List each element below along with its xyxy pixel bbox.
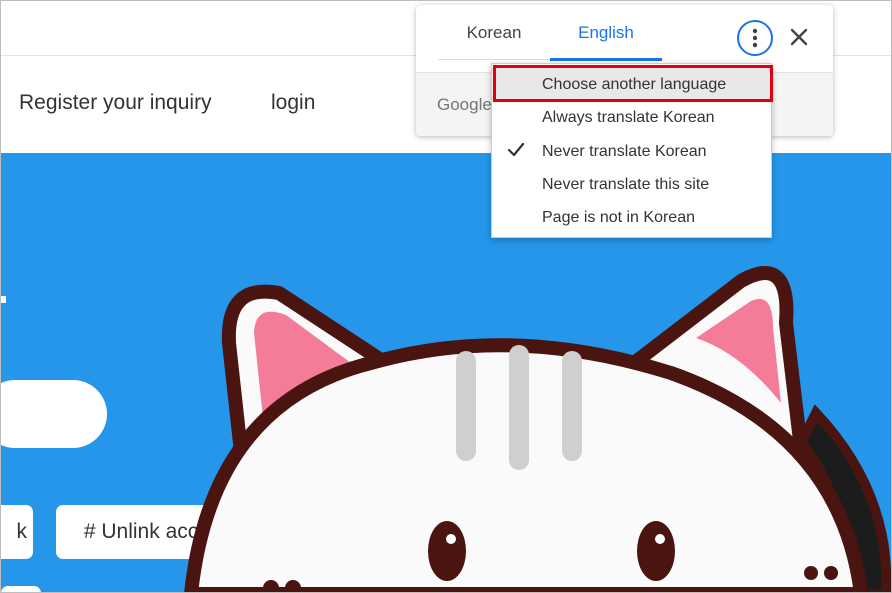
cat-left-eye [428,521,466,581]
tab-korean[interactable]: Korean [438,5,550,60]
translate-language-tabs: Korean English [438,5,663,61]
partial-action-button[interactable]: k [1,505,33,559]
menu-item-label: Choose another language [542,76,727,93]
menu-item-never-translate-language[interactable]: Never translate Korean [492,135,771,168]
checkmark-icon [506,140,526,165]
menu-item-always-translate[interactable]: Always translate Korean [492,101,771,134]
cat-right-eye [637,521,675,581]
cat-cheek-dot-4 [824,566,838,580]
menu-item-label: Never translate Korean [542,143,707,160]
cat-mascot-illustration [184,266,891,592]
cat-right-eye-shine [655,534,665,544]
cat-cheek-dot-3 [804,566,818,580]
menu-item-page-not-in-language[interactable]: Page is not in Korean [492,201,771,234]
hero-text-fragment [1,296,6,303]
nav-register-inquiry-link[interactable]: Register your inquiry [19,91,212,115]
hero-search-field[interactable] [1,380,107,448]
partial-action-label: k [16,520,28,543]
tab-english[interactable]: English [550,5,662,61]
translate-options-menu: Choose another language Always translate… [491,63,772,238]
cat-stripe-1 [456,351,476,461]
close-button[interactable] [787,25,811,49]
google-brand-label: Google [437,95,492,114]
partial-bottom-button[interactable] [1,586,41,592]
menu-item-label: Always translate Korean [542,109,715,126]
cat-stripe-2 [509,345,529,470]
cat-stripe-3 [562,351,582,461]
menu-item-never-translate-site[interactable]: Never translate this site [492,168,771,201]
more-vert-icon [752,28,758,48]
nav-login-link[interactable]: login [271,91,315,115]
menu-item-choose-another-language[interactable]: Choose another language [492,68,771,101]
menu-item-label: Never translate this site [542,176,710,193]
menu-item-label: Page is not in Korean [542,209,695,226]
more-options-button[interactable] [737,20,773,56]
screenshot-frame: Register your inquiry login k # Unlink a… [0,0,892,593]
close-icon [790,28,808,46]
cat-left-eye-shine [446,534,456,544]
